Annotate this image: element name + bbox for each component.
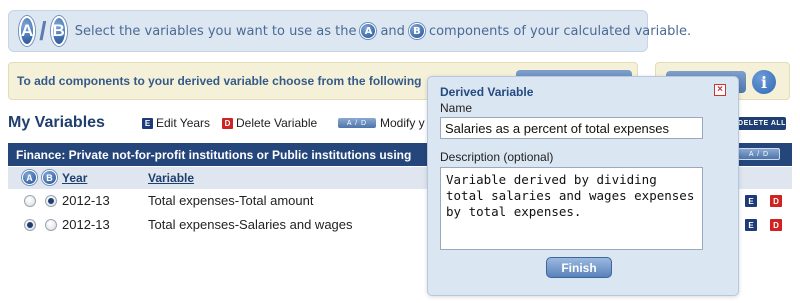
a-radio[interactable] (24, 195, 36, 207)
instruction-part1: Select the variables you want to use as … (74, 23, 357, 39)
a-column-icon: A (22, 170, 37, 185)
ad-icon: A / D (338, 118, 376, 128)
instruction-part2: and (380, 23, 405, 39)
year-column-header[interactable]: Year (62, 171, 87, 185)
edit-years-label: Edit Years (156, 116, 211, 130)
description-textarea[interactable]: Variable derived by dividing total salar… (440, 167, 703, 250)
b-radio[interactable] (45, 195, 57, 207)
close-icon[interactable]: × (714, 84, 726, 96)
modify-label: Modify y (380, 116, 425, 130)
slash-divider: / (39, 15, 47, 46)
edit-years-tool: E Edit Years (142, 116, 210, 130)
finance-ad-button[interactable]: A / D (738, 148, 780, 160)
row-year: 2012-13 (62, 217, 110, 232)
edit-icon[interactable]: E (745, 195, 757, 207)
my-variables-title: My Variables (8, 114, 105, 131)
derived-variable-dialog: Derived Variable × Name Description (opt… (427, 76, 739, 296)
dialog-title: Derived Variable (440, 85, 534, 99)
name-label: Name (440, 101, 473, 115)
edit-icon[interactable]: E (745, 219, 757, 231)
finance-header-text: Finance: Private not-for-profit institut… (16, 147, 412, 162)
name-input[interactable] (440, 117, 703, 139)
instruction-part3: components of your calculated variable. (428, 23, 692, 39)
a-circle-icon: A (19, 16, 36, 46)
delete-variable-tool: D Delete Variable (222, 116, 317, 130)
a-small-icon: A (360, 23, 377, 39)
variable-column-header[interactable]: Variable (148, 171, 194, 185)
delete-variable-label: Delete Variable (236, 116, 318, 130)
row-year: 2012-13 (62, 193, 110, 208)
description-label: Description (optional) (440, 150, 554, 164)
delete-icon[interactable]: D (770, 195, 782, 207)
b-radio[interactable] (45, 219, 57, 231)
delete-all-button[interactable]: DELETE ALL (738, 117, 786, 130)
a-radio[interactable] (24, 219, 36, 231)
b-column-icon: B (42, 170, 57, 185)
delete-icon[interactable]: D (770, 219, 782, 231)
b-circle-icon: B (50, 16, 67, 46)
add-components-text: To add components to your derived variab… (17, 74, 422, 88)
info-icon[interactable]: i (752, 70, 776, 94)
delete-icon: D (222, 117, 233, 129)
finish-button[interactable]: Finish (546, 257, 612, 278)
instruction-banner: A / B Select the variables you want to u… (8, 10, 691, 52)
row-variable: Total expenses-Total amount (148, 193, 314, 208)
edit-icon: E (142, 117, 153, 129)
instruction-text: Select the variables you want to use as … (75, 23, 691, 39)
b-small-icon: B (408, 23, 425, 39)
row-variable: Total expenses-Salaries and wages (148, 217, 353, 232)
modify-tool: A / D Modify y (338, 116, 425, 130)
